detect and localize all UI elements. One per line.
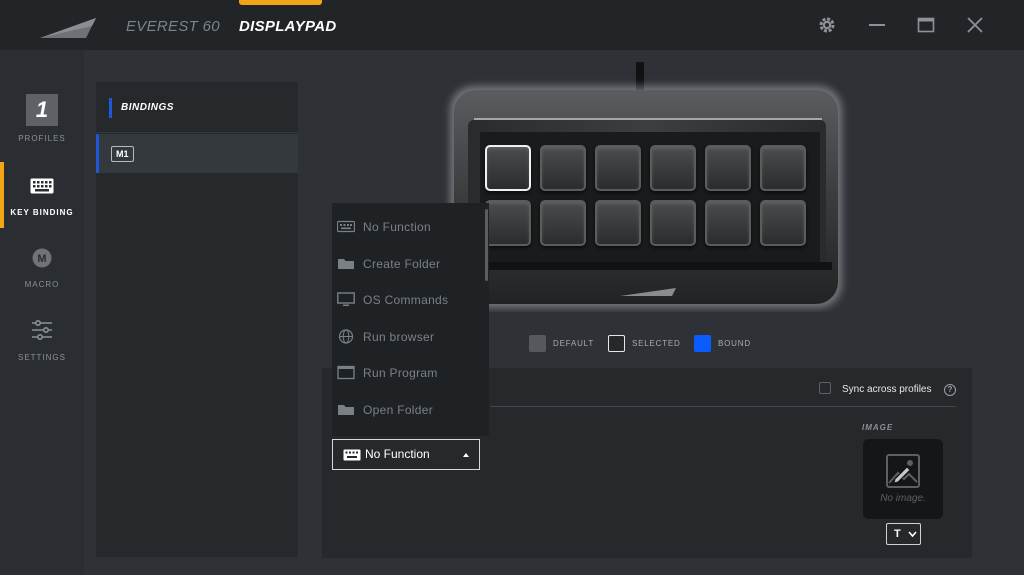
binding-item-m1[interactable]: M1 [96, 134, 298, 173]
macro-icon-letter: M [37, 253, 46, 265]
text-style-dropdown[interactable]: T [886, 523, 921, 545]
legend-label: SELECTED [632, 339, 681, 348]
sidebar-item-label: SETTINGS [17, 353, 66, 362]
menu-item-create-folder[interactable]: Create Folder [332, 247, 484, 279]
menu-item-label: OS Commands [363, 293, 449, 307]
device-key[interactable] [595, 145, 641, 191]
folder-icon [338, 405, 354, 415]
sidebar-item-label: KEY BINDING [10, 208, 74, 217]
sidebar-item-key-binding[interactable]: KEY BINDING [0, 162, 84, 228]
menu-item-run-program[interactable]: Run Program [332, 356, 484, 388]
device-key[interactable] [595, 200, 641, 246]
binding-chip: M1 [111, 146, 134, 162]
menu-scrollbar[interactable] [485, 209, 488, 281]
monitor-icon [337, 292, 355, 306]
globe-icon [338, 329, 354, 344]
maximize-icon[interactable] [917, 16, 935, 34]
active-item-indicator [0, 162, 4, 228]
gear-icon[interactable] [818, 16, 836, 34]
sync-across-profiles-label: Sync across profiles [842, 384, 932, 395]
menu-item-open-folder[interactable]: Open Folder [332, 393, 484, 425]
menu-item-run-browser[interactable]: Run browser [332, 320, 484, 352]
selected-item-indicator [96, 134, 99, 173]
image-section-title: IMAGE [862, 423, 894, 432]
device-key[interactable] [705, 145, 751, 191]
legend-label: DEFAULT [553, 339, 595, 348]
selected-swatch [608, 335, 625, 352]
tab-everest-60[interactable]: EVEREST 60 [126, 0, 220, 50]
bindings-panel: BINDINGS M1 [96, 82, 298, 557]
menu-item-label: Create Folder [363, 257, 441, 271]
bound-swatch [694, 335, 711, 352]
device-key[interactable] [540, 200, 586, 246]
function-select-dropdown[interactable]: No Function [332, 439, 480, 470]
folder-icon [338, 259, 354, 269]
sync-across-profiles-checkbox[interactable] [819, 382, 831, 394]
mountain-logo-icon [40, 18, 96, 38]
header-accent-bar [109, 98, 112, 118]
divider [490, 406, 956, 407]
tab-displaypad[interactable]: DISPLAYPAD [239, 0, 336, 50]
device-key[interactable] [705, 200, 751, 246]
caret-up-icon [463, 453, 469, 457]
sidebar-item-profiles[interactable]: 1 PROFILES [0, 94, 84, 148]
image-upload-box[interactable]: No image. [863, 439, 943, 519]
menu-item-no-function[interactable]: No Function [332, 210, 484, 242]
sidebar-item-label: MACRO [24, 280, 60, 289]
macro-icon: M [32, 248, 52, 268]
help-icon[interactable]: ? [944, 384, 956, 396]
menu-item-os-commands[interactable]: OS Commands [332, 283, 484, 315]
legend-label: BOUND [718, 339, 751, 348]
sidebar-item-macro[interactable]: M MACRO [0, 248, 84, 294]
menu-item-label: Run browser [363, 330, 435, 344]
keyboard-icon [343, 449, 361, 461]
sidebar-item-settings[interactable]: SETTINGS [0, 320, 84, 366]
active-tab-indicator [239, 0, 322, 5]
menu-item-label: Run Program [363, 366, 438, 380]
device-key[interactable] [650, 145, 696, 191]
device-key[interactable] [485, 145, 531, 191]
top-bar: EVEREST 60 DISPLAYPAD [0, 0, 1024, 50]
device-key[interactable] [760, 200, 806, 246]
sliders-icon [32, 320, 52, 340]
minimize-icon[interactable] [868, 16, 886, 34]
device-key[interactable] [650, 200, 696, 246]
no-image-text: No image. [880, 493, 926, 504]
keyboard-icon [30, 178, 54, 194]
window-icon [337, 365, 355, 380]
function-select-value: No Function [365, 447, 430, 461]
text-style-label: T [894, 528, 901, 540]
keyboard-icon [337, 220, 355, 233]
chevron-down-icon [908, 531, 917, 538]
close-icon[interactable] [966, 16, 984, 34]
bindings-header: BINDINGS [96, 82, 298, 133]
bindings-title: BINDINGS [121, 102, 174, 113]
image-edit-icon [886, 454, 920, 488]
tab-displaypad-label: DISPLAYPAD [239, 18, 337, 35]
function-dropdown-menu: No Function Create Folder OS Commands Ru… [332, 203, 489, 436]
profile-number-badge: 1 [26, 94, 58, 126]
default-swatch [529, 335, 546, 352]
sidebar-item-label: PROFILES [18, 134, 66, 143]
device-key[interactable] [760, 145, 806, 191]
left-sidebar: 1 PROFILES KEY BINDING M MACRO SETTINGS [0, 50, 84, 575]
menu-item-label: No Function [363, 220, 431, 234]
device-key[interactable] [485, 200, 531, 246]
device-key[interactable] [540, 145, 586, 191]
menu-item-label: Open Folder [363, 403, 434, 417]
